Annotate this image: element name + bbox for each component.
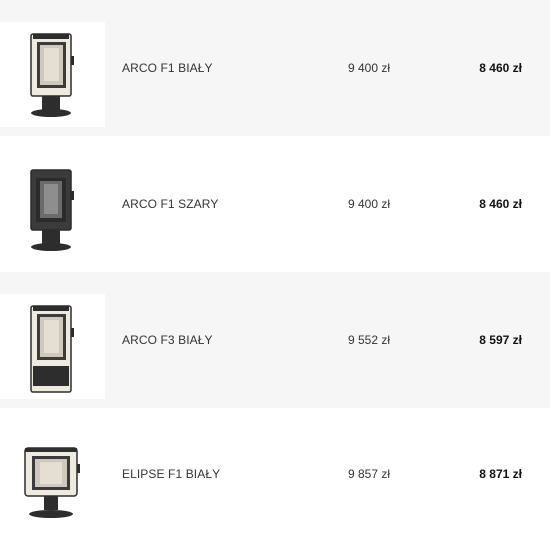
product-thumbnail[interactable] [0, 22, 105, 127]
product-old-price: 9 400 zł [348, 197, 391, 211]
stove-white-tall-icon [30, 305, 74, 393]
product-thumbnail[interactable] [0, 426, 105, 531]
product-new-price: 8 460 zł [479, 197, 522, 211]
product-new-price: 8 460 zł [479, 61, 522, 75]
product-old-price: 9 400 zł [348, 61, 391, 75]
product-row[interactable]: ARCO F3 BIAŁY 9 552 zł 8 597 zł [0, 272, 550, 408]
product-row[interactable]: ELIPSE F1 BIAŁY 9 857 zł 8 871 zł [0, 408, 550, 541]
product-name[interactable]: ARCO F3 BIAŁY [122, 272, 213, 408]
product-row[interactable]: ARCO F1 SZARY 9 400 zł 8 460 zł [0, 136, 550, 272]
product-old-price: 9 552 zł [348, 333, 391, 347]
product-list: ARCO F1 BIAŁY 9 400 zł 8 460 zł ARCO F1 … [0, 0, 550, 541]
product-name[interactable]: ARCO F1 BIAŁY [122, 0, 213, 136]
product-row[interactable]: ARCO F1 BIAŁY 9 400 zł 8 460 zł [0, 0, 550, 136]
product-old-price: 9 857 zł [348, 467, 391, 481]
product-name[interactable]: ARCO F1 SZARY [122, 136, 218, 272]
product-new-price: 8 871 zł [479, 467, 522, 481]
product-new-price: 8 597 zł [479, 333, 522, 347]
product-name[interactable]: ELIPSE F1 BIAŁY [122, 408, 220, 541]
stove-grey-tall-icon [30, 169, 74, 251]
stove-white-tall-icon [30, 33, 74, 117]
product-thumbnail[interactable] [0, 154, 105, 259]
stove-white-wide-icon [24, 447, 80, 518]
product-thumbnail[interactable] [0, 294, 105, 399]
